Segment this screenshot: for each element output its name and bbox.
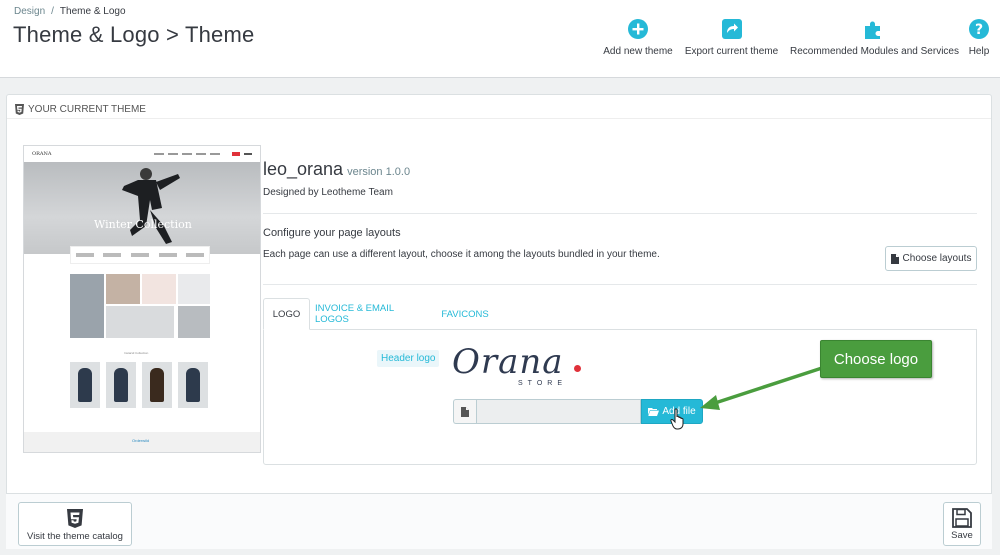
preview-nav: ORANA [24,146,260,162]
tab-favicons[interactable]: FAVICONS [433,298,497,330]
share-icon [721,19,742,39]
preview-product-grid [70,274,210,340]
visit-theme-catalog-label: Visit the theme catalog [27,531,123,542]
preview-product [70,362,100,408]
svg-text:?: ? [975,22,983,38]
save-label: Save [951,530,973,541]
configure-layouts-description: Each page can use a different layout, ch… [263,249,660,260]
preview-product [142,362,172,408]
divider [263,213,977,214]
designed-by: Designed by Leotheme Team [263,187,393,198]
html5-icon [15,104,24,115]
puzzle-icon [865,21,880,39]
tab-logo[interactable]: LOGO [263,298,310,330]
panel-heading-text: YOUR CURRENT THEME [28,104,146,115]
file-icon [890,253,899,264]
preview-section-title: Instarsil Collection [124,351,149,355]
panel-heading: YOUR CURRENT THEME [7,95,991,119]
breadcrumb-separator: / [51,6,54,17]
theme-version: version 1.0.0 [347,166,411,178]
theme-preview-image: ORANA Winter Collection Instarsil Collec… [23,145,261,453]
divider [263,284,977,285]
logo-dot [574,365,581,372]
header-logo-image: Orana STORE [452,342,592,392]
help-label: Help [968,46,990,57]
file-path-input[interactable] [476,399,641,424]
file-icon [461,406,469,417]
preview-brands [70,246,210,264]
configure-layouts-title: Configure your page layouts [263,227,401,239]
theme-name: leo_orana version 1.0.0 [263,159,410,180]
preview-hero-text: Winter Collection [94,218,192,231]
save-icon [952,508,972,528]
theme-name-text: leo_orana [263,159,344,179]
breadcrumb-current: Theme & Logo [59,6,126,17]
preview-menu [154,152,252,156]
add-new-theme-button[interactable]: Add new theme [603,18,673,57]
choose-layouts-button[interactable]: Choose layouts [885,246,977,271]
preview-hero-figure [122,168,180,244]
plus-circle-icon [628,19,648,39]
toolbar: Add new theme Export current theme Recom… [0,18,1000,68]
recommended-modules-button[interactable]: Recommended Modules and Services [790,18,959,57]
visit-theme-catalog-button[interactable]: Visit the theme catalog [18,502,132,546]
file-type-box [453,399,476,424]
panel-footer: Visit the theme catalog Save [6,493,992,549]
help-icon: ? [969,19,989,39]
tab-invoice-email-logos[interactable]: INVOICE & EMAIL LOGOS [315,298,427,330]
logo-subtext: STORE [518,380,567,387]
folder-open-icon [648,408,660,416]
header-logo-label: Header logo [377,350,440,367]
preview-logo: ORANA [32,151,52,157]
export-current-theme-button[interactable]: Export current theme [684,18,779,57]
recommended-modules-label: Recommended Modules and Services [790,46,959,57]
logo-text: Orana [452,342,564,382]
logo-tabs: LOGO INVOICE & EMAIL LOGOS FAVICONS [263,298,977,330]
logo-file-upload: Add file [453,399,703,424]
preview-hero: Winter Collection [24,162,260,254]
help-button[interactable]: ? Help [966,18,992,57]
preview-product [106,362,136,408]
export-current-theme-label: Export current theme [684,46,779,57]
html5-icon [67,509,83,528]
save-button[interactable]: Save [943,502,981,546]
add-new-theme-label: Add new theme [603,46,673,57]
current-theme-panel: YOUR CURRENT THEME ORANA Winter Collecti… [6,94,992,549]
preview-product [178,362,208,408]
page-header: Design / Theme & Logo Theme & Logo > Theme… [0,0,1000,78]
hand-cursor-icon [670,408,684,430]
choose-logo-callout: Choose logo [820,340,932,378]
choose-layouts-label: Choose layouts [902,253,972,264]
breadcrumb: Design / Theme & Logo [14,6,126,17]
preview-footer-text: Orderwild [132,438,150,443]
breadcrumb-parent[interactable]: Design [14,6,45,17]
